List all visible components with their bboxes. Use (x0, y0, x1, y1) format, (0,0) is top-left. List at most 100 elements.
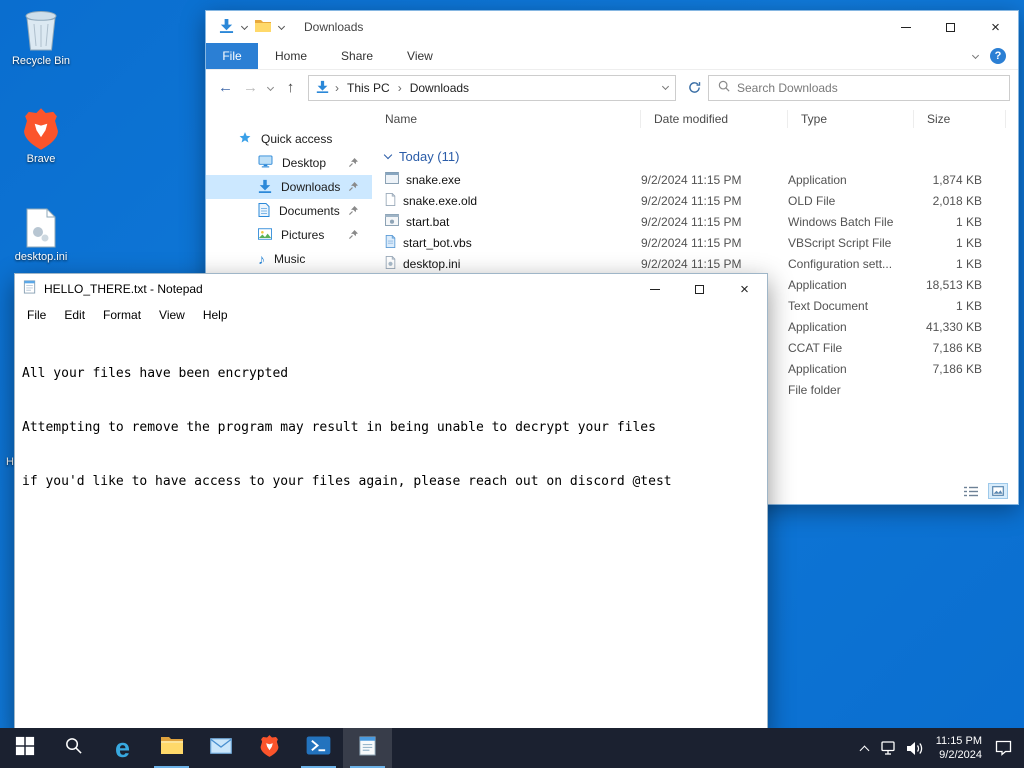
breadcrumb-this-pc[interactable]: This PC (345, 81, 392, 95)
taskbar-edge-button[interactable]: e (98, 728, 147, 768)
up-button[interactable]: ↑ (279, 79, 302, 96)
desktop-icon-recycle-bin[interactable]: Recycle Bin (2, 8, 80, 67)
volume-icon[interactable] (902, 728, 927, 768)
file-row[interactable]: snake.exe.old 9/2/2024 11:15 PM OLD File… (372, 190, 1018, 211)
file-type: OLD File (788, 194, 914, 208)
desktop-icon-desktop-ini[interactable]: desktop.ini (2, 204, 80, 263)
address-bar: ← → ↑ › This PC › Downloads (206, 70, 1018, 105)
close-button[interactable]: × (973, 11, 1018, 43)
taskbar-clock[interactable]: 11:15 PM 9/2/2024 (927, 734, 991, 762)
explorer-titlebar[interactable]: Downloads × (206, 11, 1018, 43)
tab-home[interactable]: Home (258, 43, 324, 69)
file-row[interactable]: snake.exe 9/2/2024 11:15 PM Application … (372, 169, 1018, 190)
start-button[interactable] (0, 728, 49, 768)
breadcrumb-separator: › (395, 81, 405, 95)
edge-icon: e (115, 735, 130, 762)
address-breadcrumb[interactable]: › This PC › Downloads (308, 75, 676, 101)
back-button[interactable]: ← (214, 79, 237, 96)
file-size: 1 KB (914, 215, 1006, 229)
qat-customize-chevron-icon[interactable] (278, 22, 285, 29)
notepad-icon (23, 279, 37, 299)
refresh-icon[interactable] (682, 81, 706, 94)
pin-icon (348, 229, 359, 243)
taskbar-brave-button[interactable] (245, 728, 294, 768)
tab-share[interactable]: Share (324, 43, 390, 69)
file-size: 1 KB (914, 236, 1006, 250)
desktop-icon-label: desktop.ini (15, 251, 68, 263)
sidebar-item-music[interactable]: ♪ Music (206, 247, 372, 271)
file-row[interactable]: desktop.ini 9/2/2024 11:15 PM Configurat… (372, 253, 1018, 274)
thumbnail-view-icon[interactable] (988, 483, 1008, 499)
taskbar-mail-button[interactable] (196, 728, 245, 768)
breadcrumb-downloads[interactable]: Downloads (408, 81, 471, 95)
file-size: 41,330 KB (914, 320, 1006, 334)
help-icon[interactable]: ? (990, 48, 1006, 64)
maximize-button[interactable] (928, 11, 973, 43)
file-size: 7,186 KB (914, 341, 1006, 355)
sidebar-item-quick-access[interactable]: Quick access (206, 127, 372, 151)
address-dropdown-chevron-icon[interactable] (662, 83, 669, 90)
sidebar-item-downloads[interactable]: Downloads (206, 175, 372, 199)
file-date: 9/2/2024 11:15 PM (641, 194, 788, 208)
minimize-button[interactable] (632, 274, 677, 304)
group-header-today[interactable]: Today (11) (372, 143, 1018, 169)
menu-view[interactable]: View (150, 306, 194, 324)
mail-icon (210, 738, 232, 759)
show-hidden-icons-button[interactable] (852, 728, 877, 768)
window-controls: × (632, 274, 767, 304)
column-header-size[interactable]: Size (914, 110, 1006, 128)
column-header-type[interactable]: Type (788, 110, 914, 128)
file-type: VBScript Script File (788, 236, 914, 250)
recent-locations-chevron-icon[interactable] (267, 84, 274, 91)
search-box[interactable] (708, 75, 1010, 101)
desktop-icon-label-partial[interactable]: H (6, 456, 14, 468)
minimize-button[interactable] (883, 11, 928, 43)
forward-button[interactable]: → (239, 79, 262, 96)
search-input[interactable] (737, 81, 1000, 95)
collapse-chevron-icon (384, 150, 392, 158)
tab-file[interactable]: File (206, 43, 258, 69)
menu-file[interactable]: File (18, 306, 55, 324)
status-bar-view-toggles (961, 483, 1008, 499)
sidebar-item-pictures[interactable]: Pictures (206, 223, 372, 247)
column-header-date-modified[interactable]: Date modified (641, 110, 788, 128)
desktop-icon-brave[interactable]: Brave (2, 106, 80, 165)
folder-icon[interactable] (255, 19, 271, 35)
file-size: 7,186 KB (914, 362, 1006, 376)
details-view-icon[interactable] (961, 483, 981, 499)
file-size: 1,874 KB (914, 173, 1006, 187)
taskbar-search-button[interactable] (49, 728, 98, 768)
ribbon-expand-chevron-icon[interactable] (972, 51, 979, 58)
file-type: Configuration sett... (788, 257, 914, 271)
file-name: snake.exe (406, 173, 461, 187)
taskbar-file-explorer-button[interactable] (147, 728, 196, 768)
column-header-name[interactable]: Name (372, 110, 641, 128)
qat-chevron-down-icon[interactable] (241, 22, 248, 29)
file-row[interactable]: start_bot.vbs 9/2/2024 11:15 PM VBScript… (372, 232, 1018, 253)
taskbar-powershell-button[interactable] (294, 728, 343, 768)
maximize-button[interactable] (677, 274, 722, 304)
notepad-window: HELLO_THERE.txt - Notepad × File Edit Fo… (14, 273, 768, 737)
batch-file-icon (385, 214, 399, 229)
menu-format[interactable]: Format (94, 306, 150, 324)
file-explorer-icon (160, 736, 184, 760)
network-icon[interactable] (877, 728, 902, 768)
tab-view[interactable]: View (390, 43, 450, 69)
menu-help[interactable]: Help (194, 306, 237, 324)
taskbar-notepad-button[interactable] (343, 728, 392, 768)
file-date: 9/2/2024 11:15 PM (641, 215, 788, 229)
sidebar-item-documents[interactable]: Documents (206, 199, 372, 223)
notepad-text-area[interactable]: All your files have been encrypted Attem… (15, 326, 767, 736)
sidebar-item-label: Downloads (281, 180, 340, 194)
notepad-titlebar[interactable]: HELLO_THERE.txt - Notepad × (15, 274, 767, 304)
text-line: Attempting to remove the program may res… (22, 419, 760, 437)
close-button[interactable]: × (722, 274, 767, 304)
file-row[interactable]: start.bat 9/2/2024 11:15 PM Windows Batc… (372, 211, 1018, 232)
action-center-icon[interactable] (991, 728, 1016, 768)
text-line: if you'd like to have access to your fil… (22, 473, 760, 491)
file-size: 1 KB (914, 257, 1006, 271)
menu-edit[interactable]: Edit (55, 306, 94, 324)
downloads-folder-icon[interactable] (219, 18, 234, 36)
sidebar-item-desktop[interactable]: Desktop (206, 151, 372, 175)
picture-icon (258, 228, 272, 243)
